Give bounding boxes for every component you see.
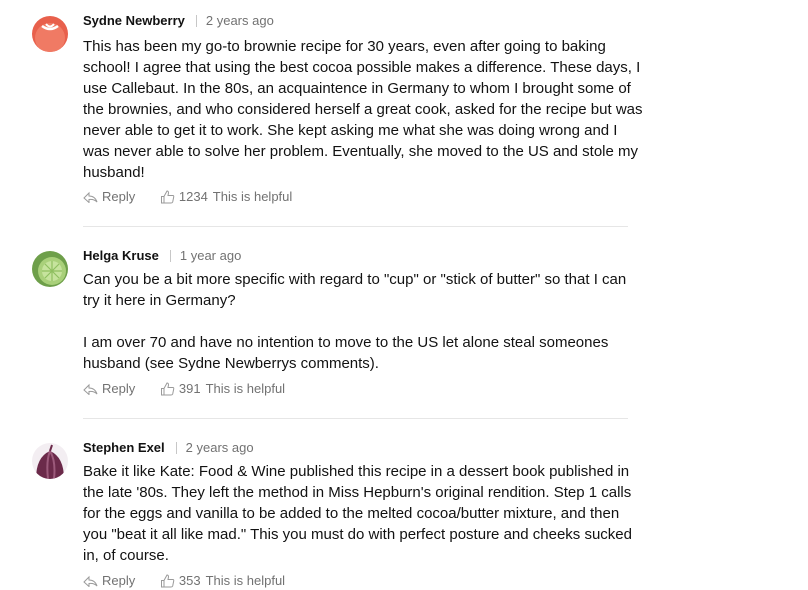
comment-header: Sydne Newberry 2 years ago: [83, 12, 274, 32]
comment-author[interactable]: Sydne Newberry: [83, 13, 185, 28]
thumbs-up-icon: [160, 190, 175, 204]
onion-icon: [32, 443, 68, 479]
reply-button[interactable]: Reply: [83, 381, 135, 396]
comment-feed: Sydne Newberry 2 years ago This has been …: [0, 0, 808, 590]
comment-body: This has been my go-to brownie recipe fo…: [83, 36, 643, 183]
reply-icon: [83, 575, 98, 587]
thumbs-up-icon: [160, 574, 175, 588]
helpful-button[interactable]: 1234 This is helpful: [160, 189, 292, 204]
avatar[interactable]: [32, 251, 68, 287]
helpful-count: 391: [178, 381, 201, 397]
comment-actions: Reply 1234 This is helpful: [83, 188, 292, 206]
tomato-icon: [32, 16, 68, 52]
comment-author[interactable]: Stephen Exel: [83, 440, 165, 455]
helpful-count: 353: [178, 573, 201, 589]
helpful-label: This is helpful: [205, 381, 286, 397]
lime-icon: [32, 251, 68, 287]
comment-timestamp: 1 year ago: [179, 248, 242, 264]
comment-body: Can you be a bit more specific with rega…: [83, 269, 643, 374]
comment-paragraph: Bake it like Kate: Food & Wine published…: [83, 463, 632, 564]
comment-timestamp: 2 years ago: [185, 440, 254, 456]
comment-actions: Reply 391 This is helpful: [83, 380, 285, 398]
comment-header: Stephen Exel 2 years ago: [83, 439, 254, 459]
helpful-label: This is helpful: [205, 573, 286, 589]
reply-button[interactable]: Reply: [83, 573, 135, 588]
comment-body: Bake it like Kate: Food & Wine published…: [83, 461, 643, 566]
comment-paragraph: Can you be a bit more specific with rega…: [83, 271, 627, 309]
avatar[interactable]: [32, 16, 68, 52]
helpful-button[interactable]: 391 This is helpful: [160, 381, 285, 396]
comment-paragraph: This has been my go-to brownie recipe fo…: [83, 38, 643, 181]
thumbs-up-icon: [160, 382, 175, 396]
divider: [175, 441, 177, 454]
reply-icon: [83, 383, 98, 395]
reply-icon: [83, 191, 98, 203]
reply-label: Reply: [102, 189, 136, 205]
comment-header: Helga Kruse 1 year ago: [83, 247, 241, 267]
comment-paragraph: I am over 70 and have no intention to mo…: [83, 334, 609, 372]
avatar[interactable]: [32, 443, 68, 479]
comment-author[interactable]: Helga Kruse: [83, 248, 159, 263]
helpful-button[interactable]: 353 This is helpful: [160, 573, 285, 588]
reply-label: Reply: [102, 573, 136, 589]
comment-divider: [83, 226, 628, 227]
helpful-count: 1234: [178, 189, 208, 205]
comment-divider: [83, 418, 628, 419]
divider: [195, 14, 197, 27]
reply-button[interactable]: Reply: [83, 189, 135, 204]
reply-label: Reply: [102, 381, 136, 397]
divider: [169, 249, 171, 262]
comment-timestamp: 2 years ago: [205, 13, 274, 29]
comment-actions: Reply 353 This is helpful: [83, 572, 285, 590]
helpful-label: This is helpful: [212, 189, 293, 205]
